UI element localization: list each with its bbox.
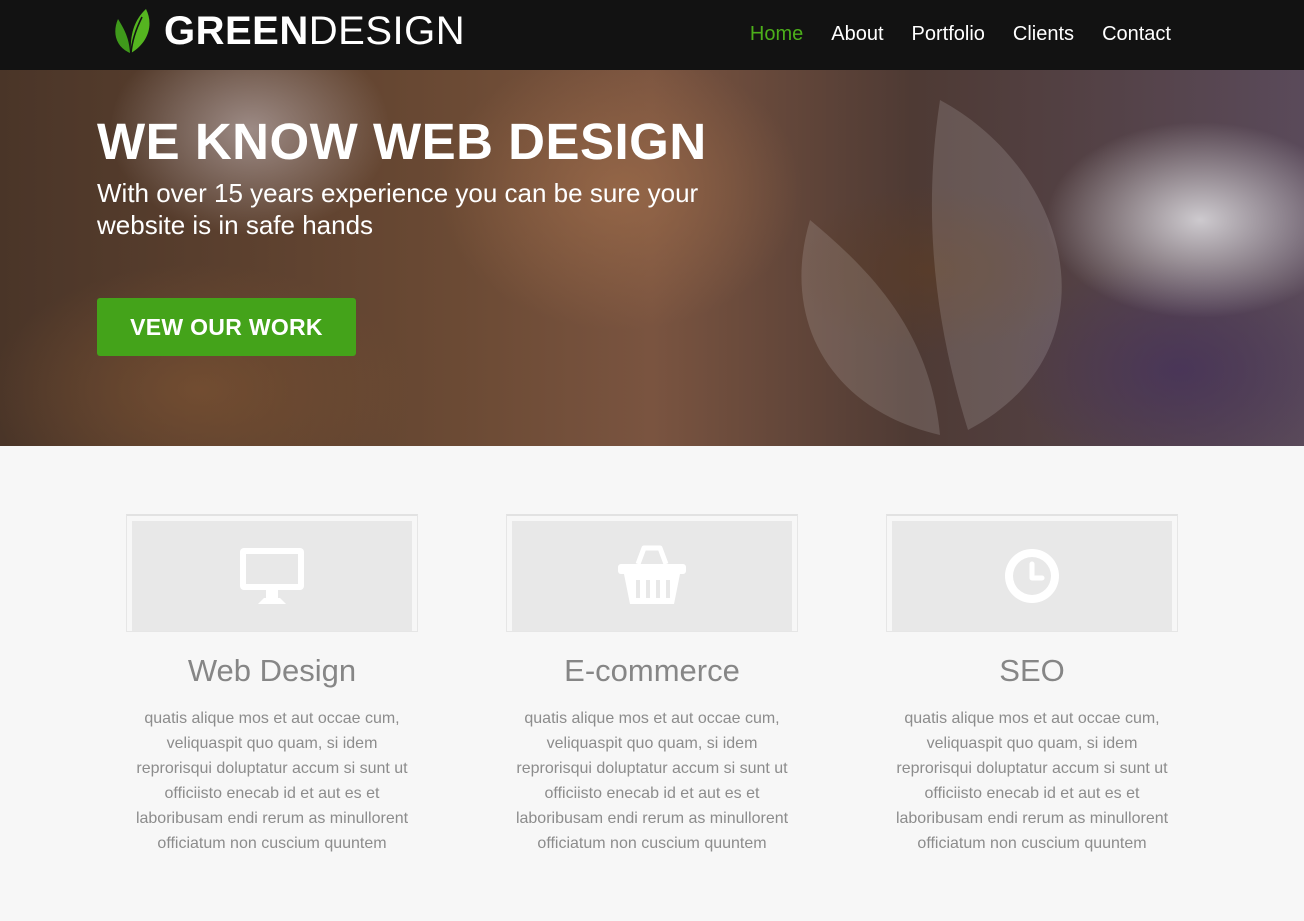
feature-icon-box (512, 521, 792, 631)
feature-icon-box (132, 521, 412, 631)
hero-banner: WE KNOW WEB DESIGN With over 15 years ex… (0, 70, 1304, 446)
nav-portfolio[interactable]: Portfolio (912, 20, 985, 48)
site-header: GREENDESIGN Home About Portfolio Clients… (0, 0, 1304, 70)
logo-text-light: DESIGN (308, 9, 466, 53)
view-our-work-button[interactable]: VEW OUR WORK (97, 298, 356, 356)
leaf-icon (115, 9, 150, 54)
logo-text-bold: GREEN (164, 9, 309, 53)
hero-subtitle: With over 15 years experience you can be… (97, 178, 699, 240)
feature-description: quatis alique mos et aut occae cum, veli… (135, 710, 409, 852)
feature-card-seo: SEO quatis alique mos et aut occae cum, … (886, 514, 1178, 856)
logo[interactable]: GREENDESIGN (112, 6, 465, 56)
main-nav: Home About Portfolio Clients Contact (722, 20, 1171, 48)
feature-icon-box (892, 521, 1172, 631)
feature-description: quatis alique mos et aut occae cum, veli… (895, 710, 1169, 852)
feature-icon-frame (126, 514, 418, 632)
hero-title: WE KNOW WEB DESIGN (97, 113, 707, 170)
hero-leaf-watermark-icon (801, 100, 1062, 435)
feature-title: SEO (999, 653, 1065, 688)
logo-text: GREENDESIGN (164, 7, 465, 55)
feature-title: Web Design (187, 653, 357, 688)
clock-icon (1005, 549, 1059, 603)
nav-about[interactable]: About (831, 20, 883, 48)
feature-card-web-design: Web Design quatis alique mos et aut occa… (126, 514, 418, 856)
nav-contact[interactable]: Contact (1102, 20, 1171, 48)
basket-icon (618, 545, 686, 604)
feature-icon-frame (506, 514, 798, 632)
feature-icon-frame (886, 514, 1178, 632)
nav-home[interactable]: Home (750, 20, 803, 48)
nav-clients[interactable]: Clients (1013, 20, 1074, 48)
feature-card-ecommerce: E-commerce quatis alique mos et aut occa… (506, 514, 798, 856)
monitor-icon (240, 548, 304, 604)
feature-title: E-commerce (564, 653, 740, 688)
feature-description: quatis alique mos et aut occae cum, veli… (515, 710, 789, 852)
